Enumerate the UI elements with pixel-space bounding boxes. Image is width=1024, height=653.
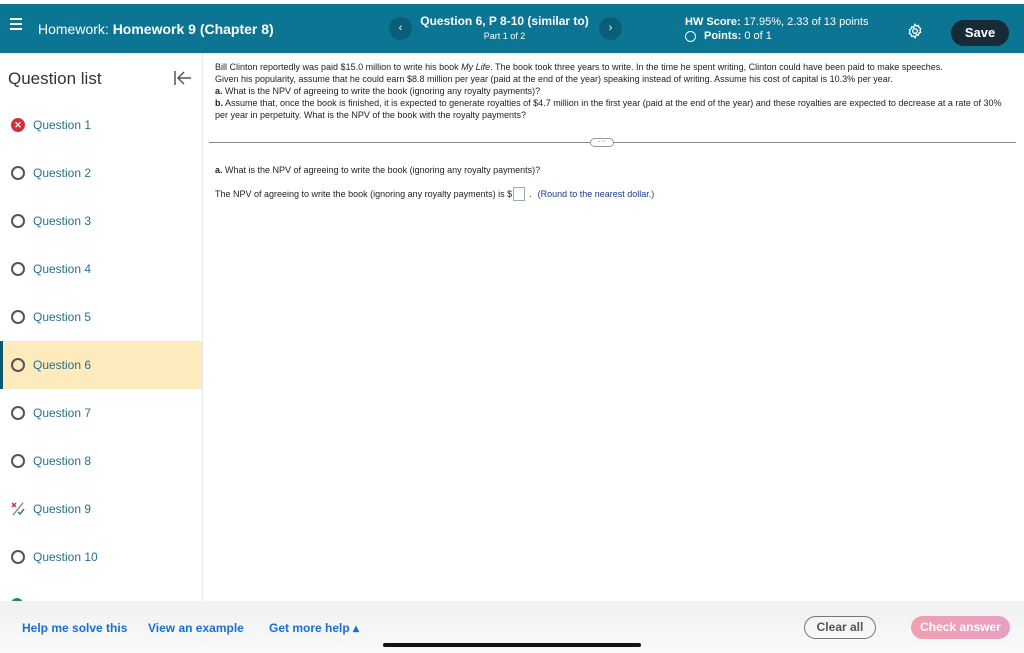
question-part: Part 1 of 2 [483, 31, 526, 41]
homework-name: Homework 9 (Chapter 8) [112, 21, 274, 37]
rounding-hint: (Round to the nearest dollar.) [537, 189, 655, 199]
problem-text: . The book took three years to write. In… [490, 62, 943, 72]
sidebar-item-question-10[interactable]: Question 10 [0, 533, 202, 581]
sidebar-item-question-2[interactable]: Question 2 [0, 149, 202, 197]
part-a-text: What is the NPV of agreeing to write the… [222, 86, 541, 96]
unanswered-icon [11, 550, 25, 564]
answer-line: The NPV of agreeing to write the book (i… [215, 187, 654, 201]
collapse-sidebar-icon[interactable] [174, 70, 192, 86]
question-label: Question 5 [33, 310, 92, 324]
view-example-link[interactable]: View an example [148, 621, 244, 635]
sidebar-item-question-9[interactable]: Question 9 [0, 485, 202, 533]
expand-button[interactable]: ··· [590, 138, 614, 147]
question-label: Question 6 [33, 358, 92, 372]
unanswered-icon [11, 310, 25, 324]
points-status-icon [685, 30, 696, 42]
question-list-title: Question list [8, 69, 102, 88]
unanswered-icon [11, 358, 25, 372]
question-label: Question 3 [33, 214, 92, 228]
part-a-question: a. What is the NPV of agreeing to write … [215, 165, 540, 175]
top-bar: Homework: Homework 9 (Chapter 8) ‹ Quest… [0, 4, 1024, 53]
homework-title: Homework: Homework 9 (Chapter 8) [38, 21, 274, 37]
question-label: a. [215, 165, 223, 175]
part-b-label: b. [215, 98, 223, 108]
question-label: Question 1 [33, 118, 92, 132]
question-text: What is the NPV of agreeing to write the… [222, 165, 541, 175]
get-more-help-link[interactable]: Get more help ▴ [269, 621, 359, 635]
sidebar-item-question-7[interactable]: Question 7 [0, 389, 202, 437]
unanswered-icon [11, 214, 25, 228]
previous-question-button[interactable]: ‹ [389, 17, 412, 40]
question-label: Question 8 [33, 454, 92, 468]
hamburger-icon[interactable] [10, 18, 22, 32]
hw-score: HW Score: 17.95%, 2.33 of 13 points [685, 16, 868, 28]
next-question-button[interactable]: › [599, 17, 622, 40]
points: Points: 0 of 1 [685, 30, 772, 42]
problem-text: Bill Clinton reportedly was paid $15.0 m… [215, 62, 462, 72]
hw-score-label: HW Score: [685, 16, 741, 28]
npv-answer-input[interactable] [513, 187, 526, 201]
points-value: 0 of 1 [744, 30, 772, 42]
question-label: Question 7 [33, 406, 92, 420]
home-indicator [383, 643, 641, 647]
problem-statement: Bill Clinton reportedly was paid $15.0 m… [215, 61, 1015, 121]
question-label: Question 4 [33, 262, 92, 276]
check-answer-button[interactable]: Check answer [911, 616, 1010, 639]
sidebar-item-question-5[interactable]: Question 5 [0, 293, 202, 341]
question-list-sidebar: Question list ✕ Question 1 Question 2 Qu… [0, 53, 203, 601]
question-content: Bill Clinton reportedly was paid $15.0 m… [205, 53, 1024, 601]
gear-icon[interactable] [907, 23, 923, 39]
answer-suffix: . [529, 189, 532, 199]
homework-prefix: Homework: [38, 21, 109, 37]
answer-prefix: The NPV of agreeing to write the book (i… [215, 189, 513, 199]
partial-credit-icon [11, 502, 25, 516]
help-me-solve-link[interactable]: Help me solve this [22, 621, 127, 635]
part-b-text: Assume that, once the book is finished, … [215, 98, 1002, 120]
unanswered-icon [11, 406, 25, 420]
unanswered-icon [11, 166, 25, 180]
incorrect-icon: ✕ [11, 118, 25, 132]
sidebar-item-question-4[interactable]: Question 4 [0, 245, 202, 293]
unanswered-icon [11, 262, 25, 276]
book-title: My Life [461, 62, 491, 72]
sidebar-item-question-8[interactable]: Question 8 [0, 437, 202, 485]
sidebar-item-question-1[interactable]: ✕ Question 1 [0, 101, 202, 149]
question-label: Question 2 [33, 166, 92, 180]
question-label: Question 9 [33, 502, 92, 516]
save-button[interactable]: Save [951, 20, 1009, 46]
problem-text: Given his popularity, assume that he cou… [215, 74, 893, 84]
question-title: Question 6, P 8-10 (similar to) [420, 14, 589, 28]
points-label: Points: [704, 30, 742, 42]
question-label: Question 10 [33, 550, 98, 564]
clear-all-button[interactable]: Clear all [804, 616, 876, 639]
sidebar-item-question-3[interactable]: Question 3 [0, 197, 202, 245]
part-a-label: a. [215, 86, 223, 96]
unanswered-icon [11, 454, 25, 468]
sidebar-item-question-6[interactable]: Question 6 [0, 341, 202, 389]
hw-score-value: 17.95%, 2.33 of 13 points [743, 16, 869, 28]
